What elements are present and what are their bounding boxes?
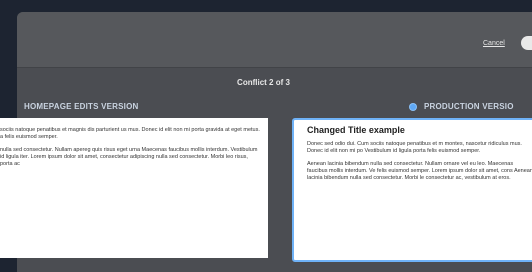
- radio-selected-icon[interactable]: [410, 103, 416, 110]
- conflict-counter: Conflict 2 of 3: [237, 78, 290, 87]
- homepage-edits-pane[interactable]: sociis natoque penatibus et magnis dis p…: [0, 118, 268, 258]
- production-version-option[interactable]: PRODUCTION VERSIO: [410, 102, 514, 111]
- cancel-button[interactable]: Cancel: [483, 40, 505, 47]
- homepage-edits-version-label[interactable]: HOMEPAGE EDITS VERSION: [24, 102, 139, 111]
- dialog-header: Cancel: [17, 12, 532, 68]
- left-paragraph-2: nulla sed consectetur. Nullam apereg qui…: [0, 147, 258, 167]
- right-pane-title: Changed Title example: [307, 125, 405, 135]
- toggle-switch[interactable]: [521, 36, 532, 50]
- production-version-pane[interactable]: Changed Title example Donec sed odio dui…: [292, 118, 532, 262]
- left-paragraph-1: sociis natoque penatibus et magnis dis p…: [0, 127, 260, 140]
- right-paragraph-2: Aenean lacinia bibendum nulla sed consec…: [307, 161, 532, 181]
- right-paragraph-1: Donec sed odio dui. Cum sociis natoque p…: [307, 141, 522, 154]
- production-version-label: PRODUCTION VERSIO: [424, 102, 514, 111]
